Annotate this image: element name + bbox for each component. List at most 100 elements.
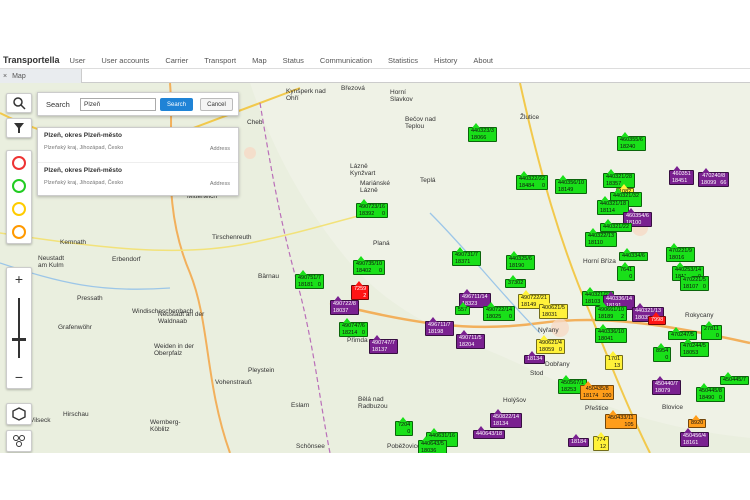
result-subtitle: Plzeňský kraj, Jihozápad, Česko — [44, 145, 124, 151]
vehicle-marker[interactable]: 27811 0 — [701, 321, 722, 340]
vehicle-marker[interactable]: 8920 — [688, 415, 707, 428]
search-input[interactable] — [80, 98, 156, 111]
place-label: Schönsee — [296, 443, 325, 450]
vehicle-marker[interactable]: 400621/5 18031 — [539, 300, 568, 319]
menu-item-map[interactable]: Map — [252, 56, 267, 65]
menu-item-transport[interactable]: Transport — [204, 56, 236, 65]
marker-count: 0 — [629, 273, 633, 280]
vehicle-marker[interactable]: 440322/22 18484 0 — [516, 171, 548, 190]
vehicle-marker[interactable]: 450435/8 18174 100 — [580, 381, 615, 400]
vehicle-marker[interactable]: 18184 — [568, 434, 590, 447]
vehicle-marker[interactable]: 490722/14 18025 0 — [483, 302, 515, 321]
tab-map[interactable]: × Map — [0, 69, 82, 83]
map-view[interactable]: Kynšperk nad Ohří Březová Horní Slavkov … — [0, 83, 750, 453]
marker-details: 0 — [656, 355, 668, 362]
vehicle-marker[interactable]: 490723/16 18392 0 — [356, 199, 388, 218]
vehicle-marker[interactable]: 470221/9 18016 — [666, 243, 695, 262]
menu-item-communication[interactable]: Communication — [320, 56, 372, 65]
vehicle-marker[interactable]: 450445/7 — [720, 372, 749, 385]
vehicle-marker[interactable]: 440325/6 18190 — [506, 251, 535, 270]
vehicle-marker[interactable]: 490747/7 18137 — [369, 335, 398, 354]
vehicle-marker[interactable]: 440321/22 — [600, 219, 632, 232]
vehicle-marker[interactable]: 490621/4 18059 0 — [536, 335, 565, 354]
cancel-button[interactable]: Cancel — [200, 98, 233, 111]
menu-item-statistics[interactable]: Statistics — [388, 56, 418, 65]
vehicle-marker[interactable]: 470240/8 18099 66 — [698, 168, 730, 187]
green-marker-toggle-icon[interactable] — [12, 178, 26, 193]
cluster-button[interactable] — [6, 430, 32, 452]
vehicle-marker[interactable]: 490731/7 18371 — [452, 247, 481, 266]
marker-details: 0 — [620, 274, 632, 281]
marker-ref: 18371 — [455, 258, 471, 265]
vehicle-marker[interactable]: 450822/14 18134 — [490, 409, 522, 428]
vehicle-marker[interactable]: 490722/8 18037 — [330, 296, 359, 315]
marker-details: 105 — [608, 422, 633, 429]
vehicle-marker[interactable]: 470247/5 — [668, 327, 697, 340]
vehicle-marker[interactable]: 7641 0 — [617, 262, 636, 281]
vehicle-marker[interactable]: 440334/6 — [619, 248, 648, 261]
vehicle-marker[interactable]: 440323/3 18066 — [468, 123, 497, 142]
marker-id: 18134 — [527, 356, 543, 362]
marker-ref: 18016 — [669, 254, 685, 261]
vehicle-marker[interactable]: 7998 — [648, 312, 667, 325]
vehicle-marker[interactable]: 440356/10 18149 — [555, 175, 587, 194]
close-icon[interactable]: × — [3, 73, 7, 80]
search-result-item[interactable]: Plzeň, okres Plzeň-město Plzeňský kraj, … — [38, 162, 238, 196]
vehicle-marker[interactable]: 8954 0 — [653, 343, 672, 362]
vehicle-marker[interactable]: 450445/8 18490 0 — [696, 383, 725, 402]
vehicle-marker[interactable]: 18134 — [524, 351, 546, 364]
orange-marker-toggle-icon[interactable] — [12, 224, 26, 239]
vehicle-marker[interactable]: 557 — [455, 302, 471, 315]
menu-item-user[interactable]: User — [70, 56, 86, 65]
place-label: Kynšperk nad Ohří — [286, 88, 326, 102]
zoom-out-button[interactable]: − — [15, 369, 23, 385]
vehicle-marker[interactable]: 1701 13 — [605, 351, 624, 370]
vehicle-marker[interactable]: 450440/7 18079 — [652, 376, 681, 395]
filter-button[interactable] — [6, 118, 32, 138]
vehicle-marker[interactable]: 470244/5 18053 — [680, 338, 709, 357]
menu-item-status[interactable]: Status — [283, 56, 304, 65]
menu-item-history[interactable]: History — [434, 56, 457, 65]
menu-item-carrier[interactable]: Carrier — [165, 56, 188, 65]
hexagon-button[interactable] — [6, 403, 32, 425]
yellow-marker-toggle-icon[interactable] — [12, 201, 26, 216]
red-marker-toggle-icon[interactable] — [12, 155, 26, 170]
vehicle-marker[interactable]: 460355/6 18240 — [617, 132, 646, 151]
vehicle-marker[interactable]: 440643/18 — [473, 426, 505, 439]
vehicle-marker[interactable]: 490751/7 18181 0 — [295, 270, 324, 289]
search-result-item[interactable]: Plzeň, okres Plzeň-město Plzeňský kraj, … — [38, 128, 238, 162]
vehicle-marker[interactable]: 450456/4 18161 — [680, 428, 709, 447]
vehicle-marker[interactable]: 440322/13 18110 — [585, 228, 617, 247]
vehicle-marker[interactable]: 450433/11 105 — [605, 410, 637, 429]
zoom-slider[interactable] — [12, 298, 26, 358]
search-button[interactable]: Search — [160, 98, 193, 111]
search-tool-button[interactable] — [6, 93, 32, 113]
vehicle-marker[interactable]: 470221/5 18107 0 — [680, 272, 709, 291]
vehicle-marker[interactable]: 774 12 — [593, 432, 610, 451]
vehicle-marker[interactable]: 490711/5 18204 — [456, 330, 485, 349]
marker-ref: 18134 — [493, 420, 509, 427]
vehicle-marker[interactable]: 490661/10 18189 2 — [595, 302, 627, 321]
vehicle-marker[interactable]: 37302 — [505, 275, 527, 288]
vehicle-marker[interactable]: 440336/10 18041 — [595, 324, 627, 343]
menu-item-user-accounts[interactable]: User accounts — [101, 56, 149, 65]
marker-details: 18490 0 — [699, 395, 722, 402]
place-label: Bärnau — [258, 273, 279, 280]
place-label: Tirschenreuth — [212, 234, 252, 241]
vehicle-marker[interactable]: 496711/7 18198 — [425, 317, 454, 336]
zoom-in-button[interactable]: + — [15, 271, 23, 287]
place-label: Březová — [341, 85, 365, 92]
vehicle-marker[interactable]: 7259 2 — [351, 281, 370, 300]
place-label: Weiden in der Oberpfalz — [154, 343, 194, 357]
vehicle-marker[interactable]: 440321/28 18357 — [603, 169, 635, 188]
filter-icon — [14, 123, 24, 133]
vehicle-marker[interactable]: 490735/10 18402 0 — [353, 256, 385, 275]
marker-ref: 18099 — [701, 179, 717, 186]
vehicle-marker[interactable]: 7204 0 — [395, 417, 414, 436]
zoom-slider-handle[interactable] — [12, 338, 26, 341]
menu-item-about[interactable]: About — [473, 56, 493, 65]
vehicle-marker[interactable]: 490747/6 18214 0 — [339, 318, 368, 337]
vehicle-marker[interactable]: 460351 18451 — [669, 166, 695, 185]
vehicle-marker[interactable]: 440643/5 18036 — [418, 436, 447, 453]
place-label: Teplá — [420, 177, 436, 184]
